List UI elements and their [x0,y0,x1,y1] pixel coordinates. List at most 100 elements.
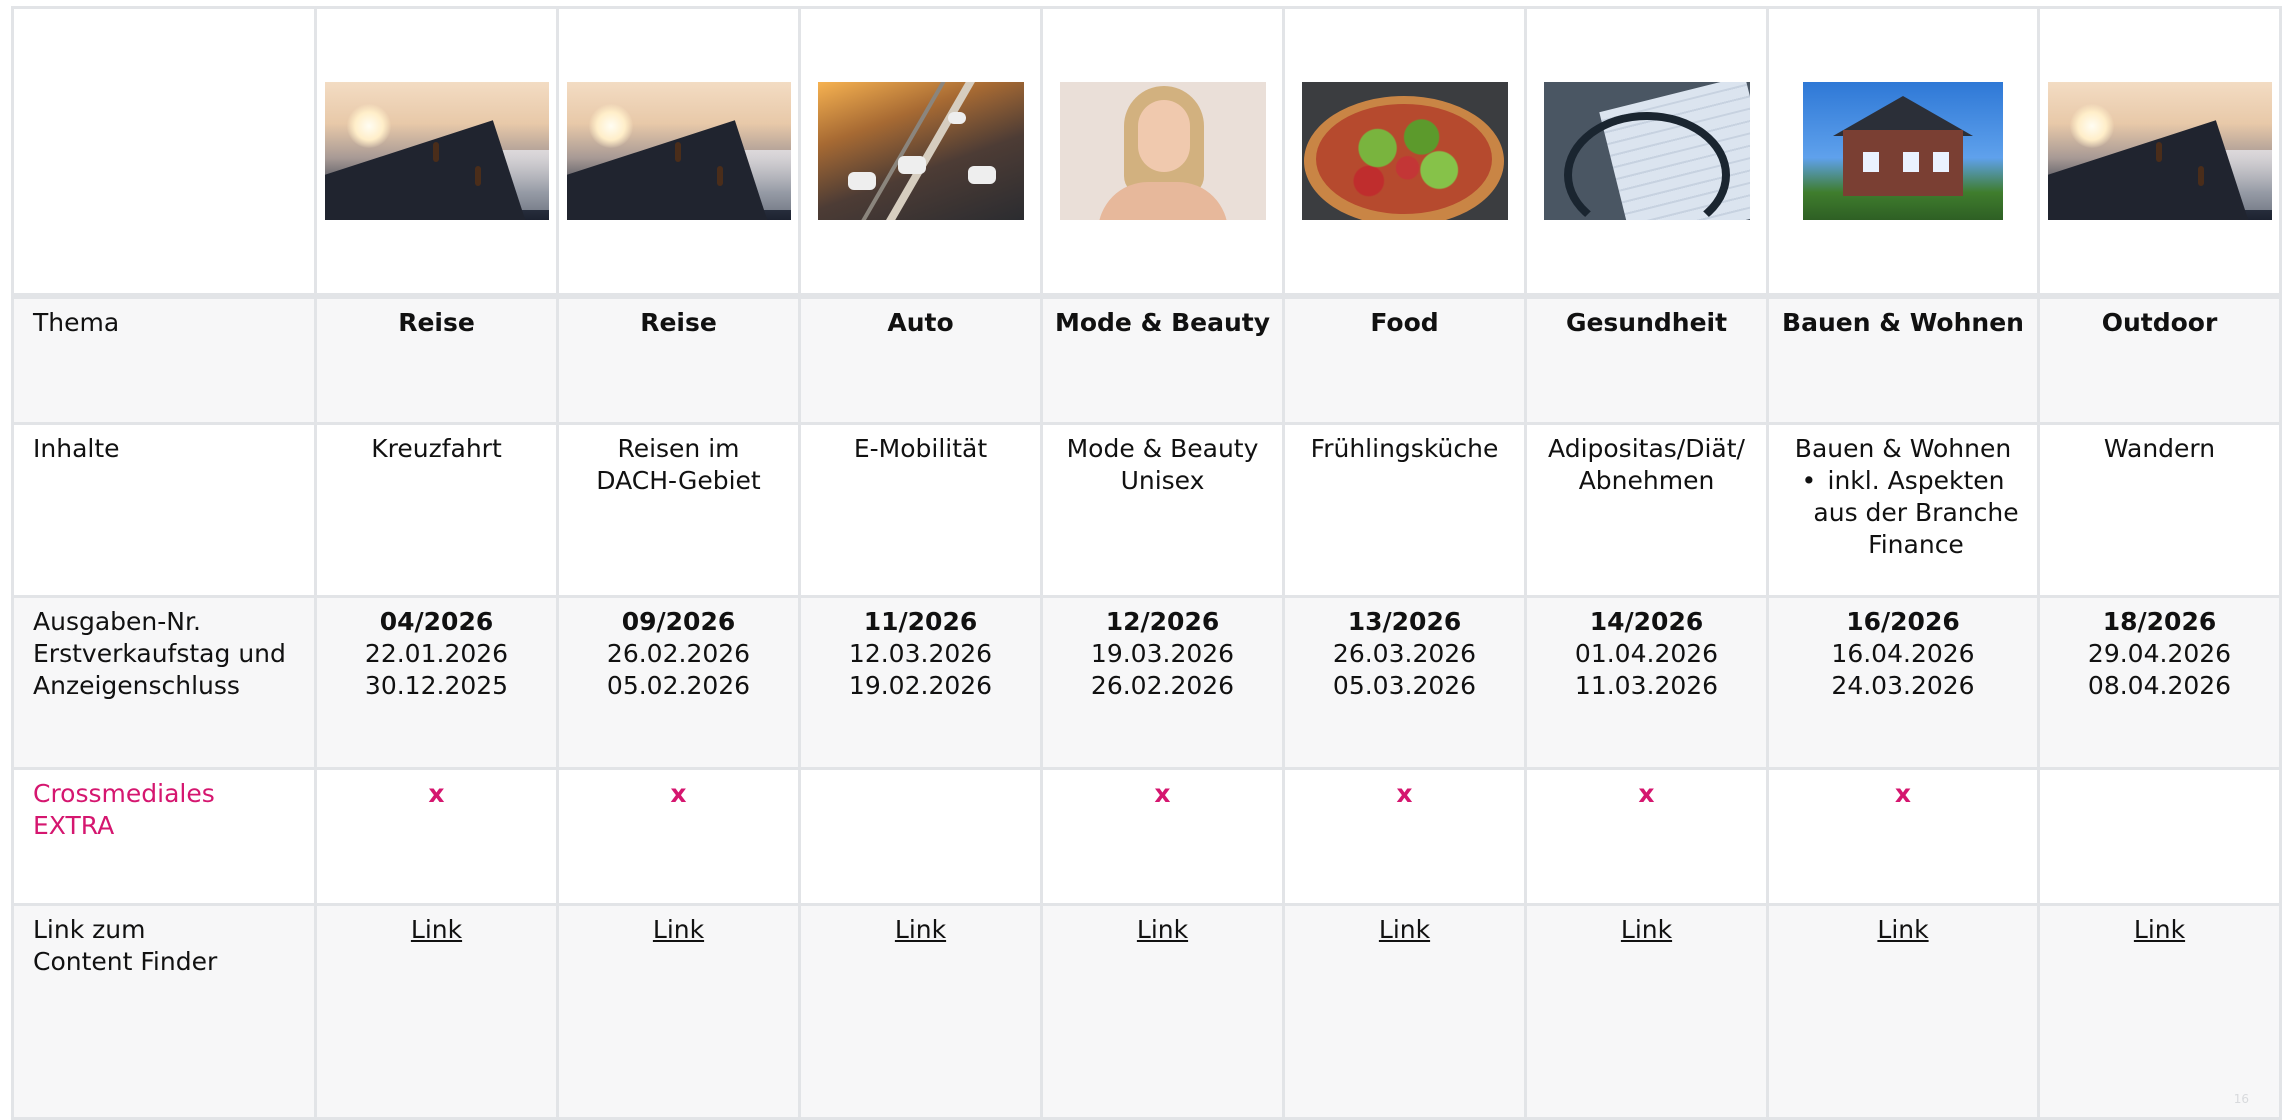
sale-date: 22.01.2026 [364,639,509,668]
inhalte-line: Frühlingsküche [1310,434,1499,463]
image-cell [1524,6,1769,297]
extra-value: x [1524,767,1769,906]
image-cell [556,6,801,297]
inhalte-line: Reisen im [617,434,740,463]
ausgaben-label-line: Anzeigenschluss [33,671,240,700]
extra-value: x [1282,767,1527,906]
ausgaben-value: 14/2026 01.04.2026 11.03.2026 [1524,595,1769,770]
link-cell: Link [1282,903,1527,1120]
sale-date: 19.03.2026 [1090,639,1235,668]
travel-mountain-hiker-image [566,81,791,220]
content-finder-link[interactable]: Link [1621,915,1672,944]
link-cell: Link [1766,903,2040,1120]
ausgaben-value: 18/2026 29.04.2026 08.04.2026 [2037,595,2282,770]
inhalte-value: Kreuzfahrt [314,422,559,598]
extra-row: Crossmediales EXTRA x x x x x x [11,767,2282,906]
bullet-icon: • [1801,466,1817,495]
thema-row: Thema Reise Reise Auto Mode & Beauty Foo… [11,292,2282,425]
link-row: Link zum Content Finder Link Link Link L… [11,903,2282,1120]
ad-deadline: 05.03.2026 [1332,671,1477,700]
inhalte-line: Wandern [2103,434,2216,463]
inhalte-line: Kreuzfahrt [371,434,502,463]
extra-label-line: EXTRA [33,811,115,840]
extra-value: x [1040,767,1285,906]
link-cell: Link [1040,903,1285,1120]
editorial-schedule-table: Thema Reise Reise Auto Mode & Beauty Foo… [11,6,2282,1120]
image-cell [2037,6,2282,297]
link-cell: Link [314,903,559,1120]
inhalte-value: Wandern [2037,422,2282,598]
thema-value: Food [1282,292,1527,425]
extra-check-mark: x [428,779,445,808]
corner-cell [11,6,317,297]
sale-date: 12.03.2026 [848,639,993,668]
extra-check-mark: x [1396,779,1413,808]
ad-deadline: 26.02.2026 [1090,671,1235,700]
thema-value: Mode & Beauty [1040,292,1285,425]
ausgaben-value: 11/2026 12.03.2026 19.02.2026 [798,595,1043,770]
outdoor-mountain-hiker-image [2047,81,2272,220]
ad-deadline: 11.03.2026 [1574,671,1719,700]
ausgaben-value: 13/2026 26.03.2026 05.03.2026 [1282,595,1527,770]
extra-check-mark: x [1154,779,1171,808]
inhalte-label: Inhalte [11,422,317,598]
sale-date: 01.04.2026 [1574,639,1719,668]
inhalte-line: E-Mobilität [853,434,988,463]
inhalte-value: Frühlingsküche [1282,422,1527,598]
issue-number: 04/2026 [379,607,494,636]
link-cell: Link [1524,903,1769,1120]
extra-value [798,767,1043,906]
thema-value: Outdoor [2037,292,2282,425]
inhalte-value: Mode & Beauty Unisex [1040,422,1285,598]
sale-date: 16.04.2026 [1831,639,1975,668]
thema-label: Thema [11,292,317,425]
inhalte-line: Unisex [1120,466,1205,495]
inhalte-value: Adipositas/Diät/ Abnehmen [1524,422,1769,598]
stethoscope-documents-image [1543,81,1750,220]
thema-value: Reise [556,292,801,425]
inhalte-row: Inhalte Kreuzfahrt Reisen im DACH-Gebiet… [11,422,2282,598]
thema-value: Auto [798,292,1043,425]
issue-number: 11/2026 [863,607,978,636]
content-finder-link[interactable]: Link [895,915,946,944]
link-label-line: Link zum [33,915,146,944]
sale-date: 26.02.2026 [606,639,751,668]
extra-label-line: Crossmediales [33,779,215,808]
house-solar-panels-image [1803,81,2003,220]
inhalte-line: Abnehmen [1578,466,1715,495]
sale-date: 26.03.2026 [1332,639,1477,668]
issue-number: 18/2026 [2102,607,2217,636]
content-finder-link[interactable]: Link [2134,915,2185,944]
ausgaben-label-line: Erstverkaufstag und [33,639,286,668]
thema-value: Bauen & Wohnen [1766,292,2040,425]
link-cell: Link [556,903,801,1120]
thema-value: Gesundheit [1524,292,1769,425]
bullet-line: Finance [1868,530,1964,559]
smiling-woman-portrait-image [1059,81,1266,220]
bullet-list-item: • inkl. Aspekten [1769,465,2037,497]
image-cell [1282,6,1527,297]
content-finder-link[interactable]: Link [1137,915,1188,944]
extra-value: x [314,767,559,906]
content-finder-link[interactable]: Link [411,915,462,944]
image-row [11,6,2282,297]
ausgaben-label-line: Ausgaben-Nr. [33,607,201,636]
extra-check-mark: x [1638,779,1655,808]
ausgaben-row: Ausgaben-Nr. Erstverkaufstag und Anzeige… [11,595,2282,770]
link-cell: Link [2037,903,2282,1120]
issue-number: 12/2026 [1105,607,1220,636]
bullet-line: inkl. Aspekten [1827,466,2005,495]
highway-traffic-image [817,81,1024,220]
content-finder-link[interactable]: Link [653,915,704,944]
ausgaben-value: 04/2026 22.01.2026 30.12.2025 [314,595,559,770]
extra-value: x [1766,767,2040,906]
content-finder-link[interactable]: Link [1379,915,1430,944]
page-number-watermark: 16 [2233,1092,2249,1106]
ad-deadline: 08.04.2026 [2087,671,2232,700]
image-cell [1766,6,2040,297]
ausgaben-value: 12/2026 19.03.2026 26.02.2026 [1040,595,1285,770]
extra-value: x [556,767,801,906]
link-label-line: Content Finder [33,947,218,976]
content-finder-link[interactable]: Link [1877,915,1928,944]
ausgaben-value: 09/2026 26.02.2026 05.02.2026 [556,595,801,770]
